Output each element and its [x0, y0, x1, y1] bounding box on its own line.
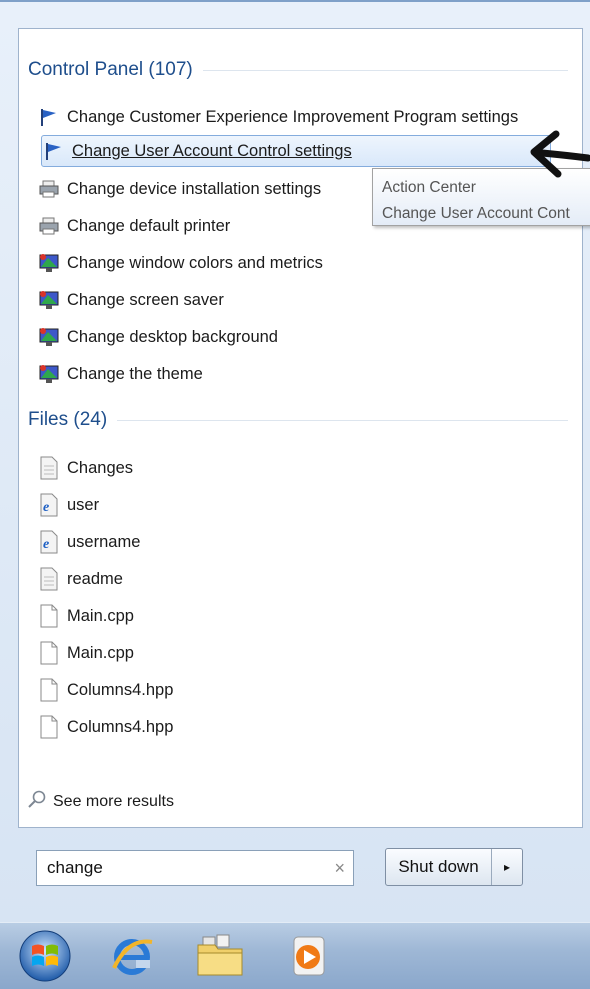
cp-item-theme[interactable]: Change the theme	[37, 358, 549, 390]
display-icon	[37, 362, 61, 386]
file-item-user[interactable]: e user	[37, 489, 549, 521]
media-player-icon[interactable]	[280, 929, 336, 983]
cp-item-label: Change device installation settings	[67, 179, 322, 198]
shut-down-options-arrow-icon[interactable]: ▸	[492, 860, 522, 874]
file-item-label: user	[67, 495, 100, 514]
cp-item-label: Change User Account Control settings	[72, 141, 352, 160]
shut-down-button[interactable]: Shut down ▸	[385, 848, 523, 886]
file-item-main-cpp[interactable]: Main.cpp	[37, 600, 549, 632]
svg-text:e: e	[43, 537, 49, 552]
search-input[interactable]	[45, 857, 335, 879]
flag-icon	[42, 139, 66, 163]
internet-explorer-icon[interactable]	[104, 929, 160, 983]
shut-down-label[interactable]: Shut down	[386, 849, 492, 885]
start-orb-icon[interactable]	[14, 929, 76, 983]
svg-text:e: e	[43, 500, 49, 515]
taskbar	[0, 922, 590, 989]
cp-item-screen-saver[interactable]: Change screen saver	[37, 284, 549, 316]
file-item-username[interactable]: e username	[37, 526, 549, 558]
cp-item-label: Change screen saver	[67, 290, 224, 309]
file-icon	[37, 715, 61, 739]
file-item-label: Columns4.hpp	[67, 717, 174, 736]
file-item-changes[interactable]: Changes	[37, 452, 549, 484]
cp-item-customer-experience[interactable]: Change Customer Experience Improvement P…	[37, 101, 549, 133]
file-item-columns4-hpp-2[interactable]: Columns4.hpp	[37, 711, 549, 743]
file-item-label: Changes	[67, 458, 134, 477]
search-icon	[27, 789, 47, 814]
display-icon	[37, 251, 61, 275]
search-results-panel: Control Panel (107) Change Customer Expe…	[18, 28, 583, 828]
cp-item-uac-settings[interactable]: Change User Account Control settings	[41, 135, 551, 167]
display-icon	[37, 325, 61, 349]
files-group-header[interactable]: Files (24)	[28, 409, 568, 431]
file-item-main-cpp-2[interactable]: Main.cpp	[37, 637, 549, 669]
file-item-label: Main.cpp	[67, 606, 134, 625]
document-icon	[37, 567, 61, 591]
document-icon	[37, 456, 61, 480]
cp-item-desktop-background[interactable]: Change desktop background	[37, 321, 549, 353]
windows-explorer-icon[interactable]	[192, 929, 248, 983]
file-item-columns4-hpp[interactable]: Columns4.hpp	[37, 674, 549, 706]
files-header-label: Files (24)	[28, 409, 108, 430]
control-panel-group-header[interactable]: Control Panel (107)	[28, 59, 568, 81]
search-box[interactable]: ×	[36, 850, 354, 886]
printer-icon	[37, 177, 61, 201]
cp-item-label: Change desktop background	[67, 327, 278, 346]
cp-item-label: Change window colors and metrics	[67, 253, 323, 272]
header-divider	[117, 419, 568, 421]
ie-document-icon: e	[37, 530, 61, 554]
pointer-arrow-icon	[530, 130, 590, 178]
control-panel-header-label: Control Panel (107)	[28, 59, 193, 80]
cp-item-label: Change Customer Experience Improvement P…	[67, 107, 519, 126]
see-more-results-link[interactable]: See more results	[27, 789, 174, 814]
cp-item-label: Change default printer	[67, 216, 231, 235]
cp-item-label: Change the theme	[67, 364, 203, 383]
file-icon	[37, 641, 61, 665]
file-item-label: readme	[67, 569, 123, 588]
file-icon	[37, 604, 61, 628]
file-item-label: Main.cpp	[67, 643, 134, 662]
cp-item-window-colors[interactable]: Change window colors and metrics	[37, 247, 549, 279]
file-icon	[37, 678, 61, 702]
display-icon	[37, 288, 61, 312]
flag-icon	[37, 105, 61, 129]
see-more-label: See more results	[53, 792, 174, 810]
clear-search-icon[interactable]: ×	[334, 858, 345, 879]
header-divider	[202, 69, 568, 71]
file-item-label: username	[67, 532, 141, 551]
printer-icon	[37, 214, 61, 238]
ie-document-icon: e	[37, 493, 61, 517]
start-menu: Control Panel (107) Change Customer Expe…	[0, 0, 590, 924]
file-item-readme[interactable]: readme	[37, 563, 549, 595]
file-item-label: Columns4.hpp	[67, 680, 174, 699]
tooltip-description: Change User Account Cont	[382, 205, 570, 222]
